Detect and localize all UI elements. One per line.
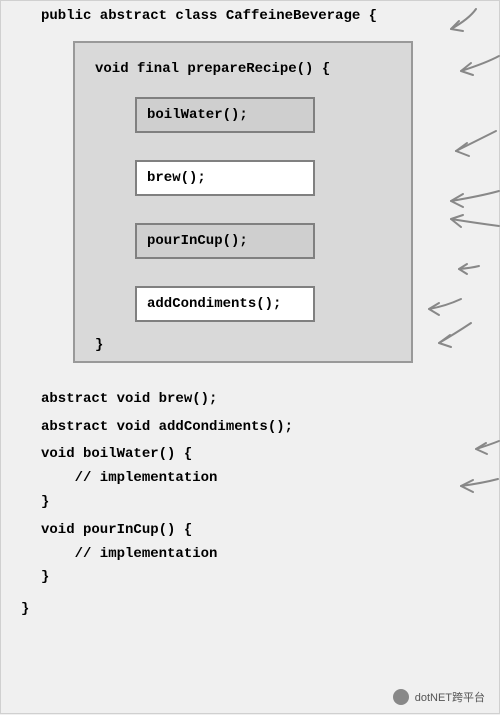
abstract-addcondiments: abstract void addCondiments(); — [9, 416, 491, 440]
pourincup-close: } — [9, 566, 491, 590]
step-addcondiments: addCondiments(); — [135, 286, 315, 322]
footer-logo-icon — [393, 689, 409, 705]
abstract-brew: abstract void brew(); — [9, 388, 491, 412]
class-declaration: public abstract class CaffeineBeverage { — [9, 5, 491, 29]
class-close-brace: } — [9, 598, 491, 622]
step-boilwater: boilWater(); — [135, 97, 315, 133]
pourincup-impl-comment: // implementation — [9, 543, 491, 567]
template-method-block: void final prepareRecipe() { boilWater()… — [73, 41, 413, 363]
footer-watermark: dotNET跨平台 — [393, 689, 485, 705]
prepare-recipe-signature: void final prepareRecipe() { — [95, 61, 391, 77]
pourincup-signature: void pourInCup() { — [9, 519, 491, 543]
block-close-brace: } — [95, 337, 391, 353]
step-pourincup: pourInCup(); — [135, 223, 315, 259]
step-brew: brew(); — [135, 160, 315, 196]
footer-text: dotNET跨平台 — [415, 689, 485, 705]
boilwater-impl-comment: // implementation — [9, 467, 491, 491]
boilwater-signature: void boilWater() { — [9, 443, 491, 467]
boilwater-close: } — [9, 491, 491, 515]
